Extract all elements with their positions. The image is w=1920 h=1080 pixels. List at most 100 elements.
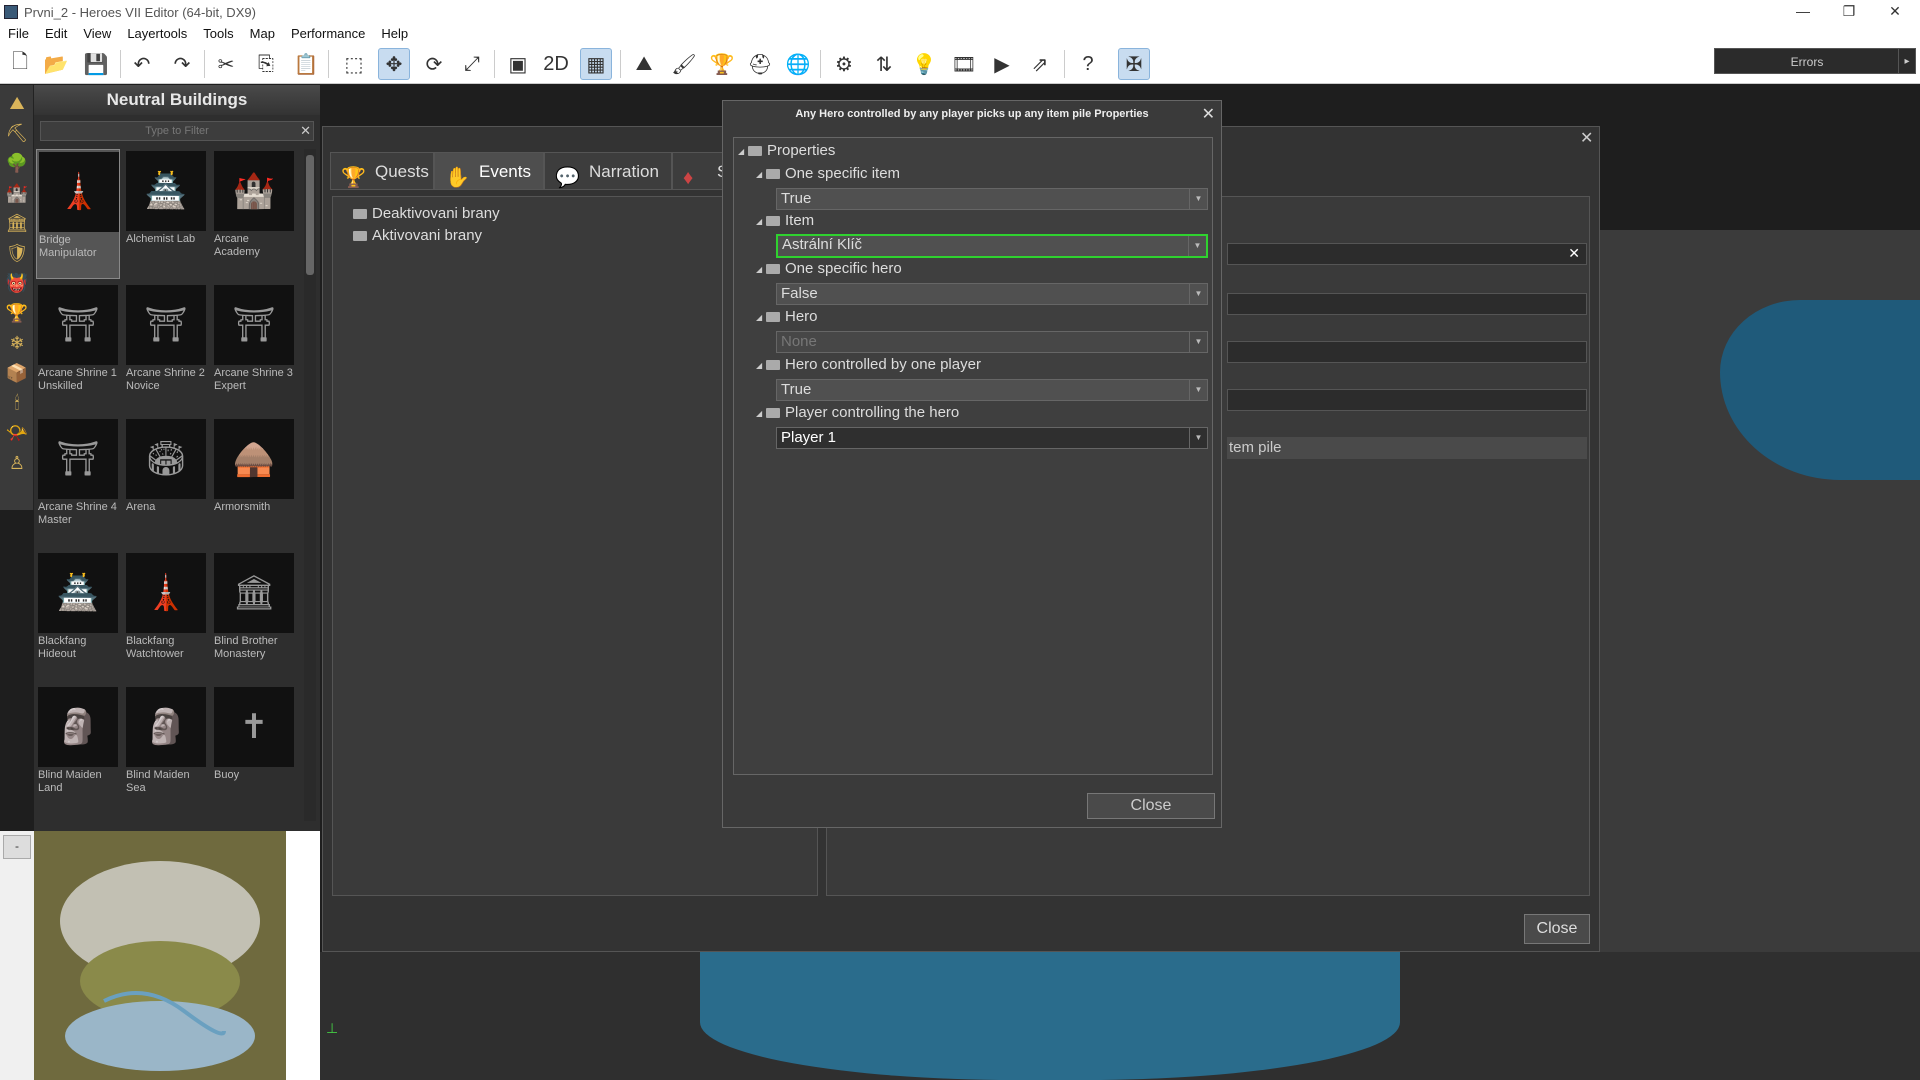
palette-item[interactable]: 🛖 Armorsmith (212, 417, 296, 547)
grid-icon[interactable]: ▦ (580, 48, 612, 80)
town-tool-icon[interactable]: 🏰 (2, 179, 32, 207)
crystal-tool-icon[interactable]: ❄ (2, 329, 32, 357)
cut-icon[interactable]: ✂ (210, 48, 242, 80)
helmet-icon[interactable]: ⛑ (744, 48, 776, 80)
bulb-icon[interactable]: 💡 (908, 48, 940, 80)
palette-item[interactable]: 🏟 Arena (124, 417, 208, 547)
property-label[interactable]: ◢ One specific item (756, 165, 900, 182)
save-icon[interactable]: 💾 (80, 48, 112, 80)
dialog-close-icon[interactable]: ✕ (1202, 104, 1215, 124)
chevron-down-icon[interactable]: ▼ (1189, 428, 1207, 448)
tab-events[interactable]: ✋ Events (434, 152, 544, 190)
menu-tools[interactable]: Tools (195, 24, 241, 41)
chest-tool-icon[interactable]: 📦 (2, 359, 32, 387)
scrollbar-thumb[interactable] (306, 155, 314, 275)
play-icon[interactable]: ▶ (986, 48, 1018, 80)
new-file-icon[interactable]: 🗋 (4, 48, 36, 80)
scale-icon[interactable]: ⤢ (456, 48, 488, 80)
menu-layertools[interactable]: Layertools (119, 24, 195, 41)
event-dropdown[interactable] (1227, 293, 1587, 315)
dialog-close-button[interactable]: Close (1087, 793, 1215, 819)
2d-icon[interactable]: 2D (540, 48, 572, 80)
building-tool-icon[interactable]: 🏛 (2, 209, 32, 237)
pickaxe-tool-icon[interactable]: ⛏ (2, 119, 32, 147)
film-icon[interactable]: 🎞 (948, 48, 980, 80)
palette-scrollbar[interactable] (304, 149, 316, 821)
lamp-tool-icon[interactable]: 🕯 (2, 389, 32, 417)
undo-icon[interactable]: ↶ (126, 48, 158, 80)
menu-help[interactable]: Help (373, 24, 416, 41)
menu-map[interactable]: Map (242, 24, 283, 41)
property-value-dropdown[interactable]: True ▼ (776, 188, 1208, 210)
gears-icon[interactable]: ⚙ (828, 48, 860, 80)
tree-tool-icon[interactable]: 🌳 (2, 149, 32, 177)
tree-folder[interactable]: Aktivovani brany (353, 227, 482, 244)
chevron-down-icon[interactable]: ▼ (1189, 380, 1207, 400)
clear-filter-icon[interactable]: ✕ (300, 122, 311, 140)
chevron-down-icon[interactable]: ▼ (1188, 236, 1206, 256)
globe-icon[interactable]: 🌐 (782, 48, 814, 80)
property-label[interactable]: ◢ Hero controlled by one player (756, 356, 981, 373)
filter-input[interactable]: Type to Filter ✕ (40, 121, 314, 141)
palette-item[interactable]: 🗿 Blind Maiden Sea (124, 685, 208, 815)
game-icon[interactable]: ✠ (1118, 48, 1150, 80)
menu-edit[interactable]: Edit (37, 24, 75, 41)
export-icon[interactable]: ⇗ (1024, 48, 1056, 80)
property-value-dropdown[interactable]: False ▼ (776, 283, 1208, 305)
tab-quests[interactable]: 🏆 Quests (330, 152, 434, 190)
statue-tool-icon[interactable]: ♙ (2, 449, 32, 477)
errors-dropdown-arrow[interactable]: ▸ (1898, 48, 1916, 74)
menu-performance[interactable]: Performance (283, 24, 373, 41)
help-icon[interactable]: ? (1072, 48, 1104, 80)
screen-icon[interactable]: ▣ (502, 48, 534, 80)
tab-narration[interactable]: 💬 Narration (544, 152, 672, 190)
select-icon[interactable]: ⬚ (338, 48, 370, 80)
menu-file[interactable]: File (0, 24, 37, 41)
trophy-tool-icon[interactable]: 🏆 (2, 299, 32, 327)
palette-item[interactable]: ⛩ Arcane Shrine 3 Expert (212, 283, 296, 413)
property-label[interactable]: ◢ Item (756, 212, 814, 229)
arrows-icon[interactable]: ⇅ (868, 48, 900, 80)
rotate-icon[interactable]: ⟳ (418, 48, 450, 80)
property-label[interactable]: ◢ One specific hero (756, 260, 902, 277)
property-label[interactable]: ◢ Player controlling the hero (756, 404, 959, 421)
hero-tool-icon[interactable]: 🛡 (2, 239, 32, 267)
tree-folder[interactable]: Deaktivovani brany (353, 205, 500, 222)
terrain-tool-icon[interactable]: ⛰ (2, 89, 32, 117)
horn-tool-icon[interactable]: 📯 (2, 419, 32, 447)
properties-root[interactable]: ◢ Properties (738, 142, 835, 159)
events-close-button[interactable]: Close (1524, 914, 1590, 944)
property-value-dropdown[interactable]: Player 1 ▼ (776, 427, 1208, 449)
palette-item[interactable]: ✝ Buoy (212, 685, 296, 815)
event-stepper[interactable] (1227, 389, 1587, 411)
palette-item[interactable]: 🗼 Bridge Manipulator (36, 149, 120, 279)
palette-item[interactable]: ⛩ Arcane Shrine 2 Novice (124, 283, 208, 413)
palette-item[interactable]: ⛩ Arcane Shrine 4 Master (36, 417, 120, 547)
copy-icon[interactable]: ⎘ (250, 48, 282, 80)
chevron-down-icon[interactable]: ▼ (1189, 284, 1207, 304)
palette-item[interactable]: ⛩ Arcane Shrine 1 Unskilled (36, 283, 120, 413)
property-value-dropdown[interactable]: Astrální Klíč ▼ (776, 234, 1208, 258)
move-icon[interactable]: ✥ (378, 48, 410, 80)
open-folder-icon[interactable]: 📂 (40, 48, 72, 80)
events-close-icon[interactable]: ✕ (1580, 128, 1593, 148)
palette-item[interactable]: 🏰 Arcane Academy (212, 149, 296, 279)
close-window-button[interactable]: ✕ (1872, 0, 1918, 24)
minimap-collapse-button[interactable]: - (3, 835, 31, 859)
trophy-icon[interactable]: 🏆 (706, 48, 738, 80)
palette-item[interactable]: 🗿 Blind Maiden Land (36, 685, 120, 815)
redo-icon[interactable]: ↷ (166, 48, 198, 80)
terrain-raise-icon[interactable]: ⛰ (628, 48, 660, 80)
clear-icon[interactable]: ✕ (1568, 245, 1580, 262)
terrain-paint-icon[interactable]: 🖌 (668, 48, 700, 80)
paste-icon[interactable]: 📋 (290, 48, 322, 80)
creature-tool-icon[interactable]: 👹 (2, 269, 32, 297)
minimize-button[interactable]: — (1780, 0, 1826, 24)
palette-item[interactable]: 🏯 Alchemist Lab (124, 149, 208, 279)
property-value-dropdown[interactable]: True ▼ (776, 379, 1208, 401)
errors-button[interactable]: Errors (1714, 48, 1900, 74)
event-dropdown[interactable] (1227, 341, 1587, 363)
restore-button[interactable]: ❐ (1826, 0, 1872, 24)
minimap[interactable] (34, 831, 286, 1080)
menu-view[interactable]: View (75, 24, 119, 41)
